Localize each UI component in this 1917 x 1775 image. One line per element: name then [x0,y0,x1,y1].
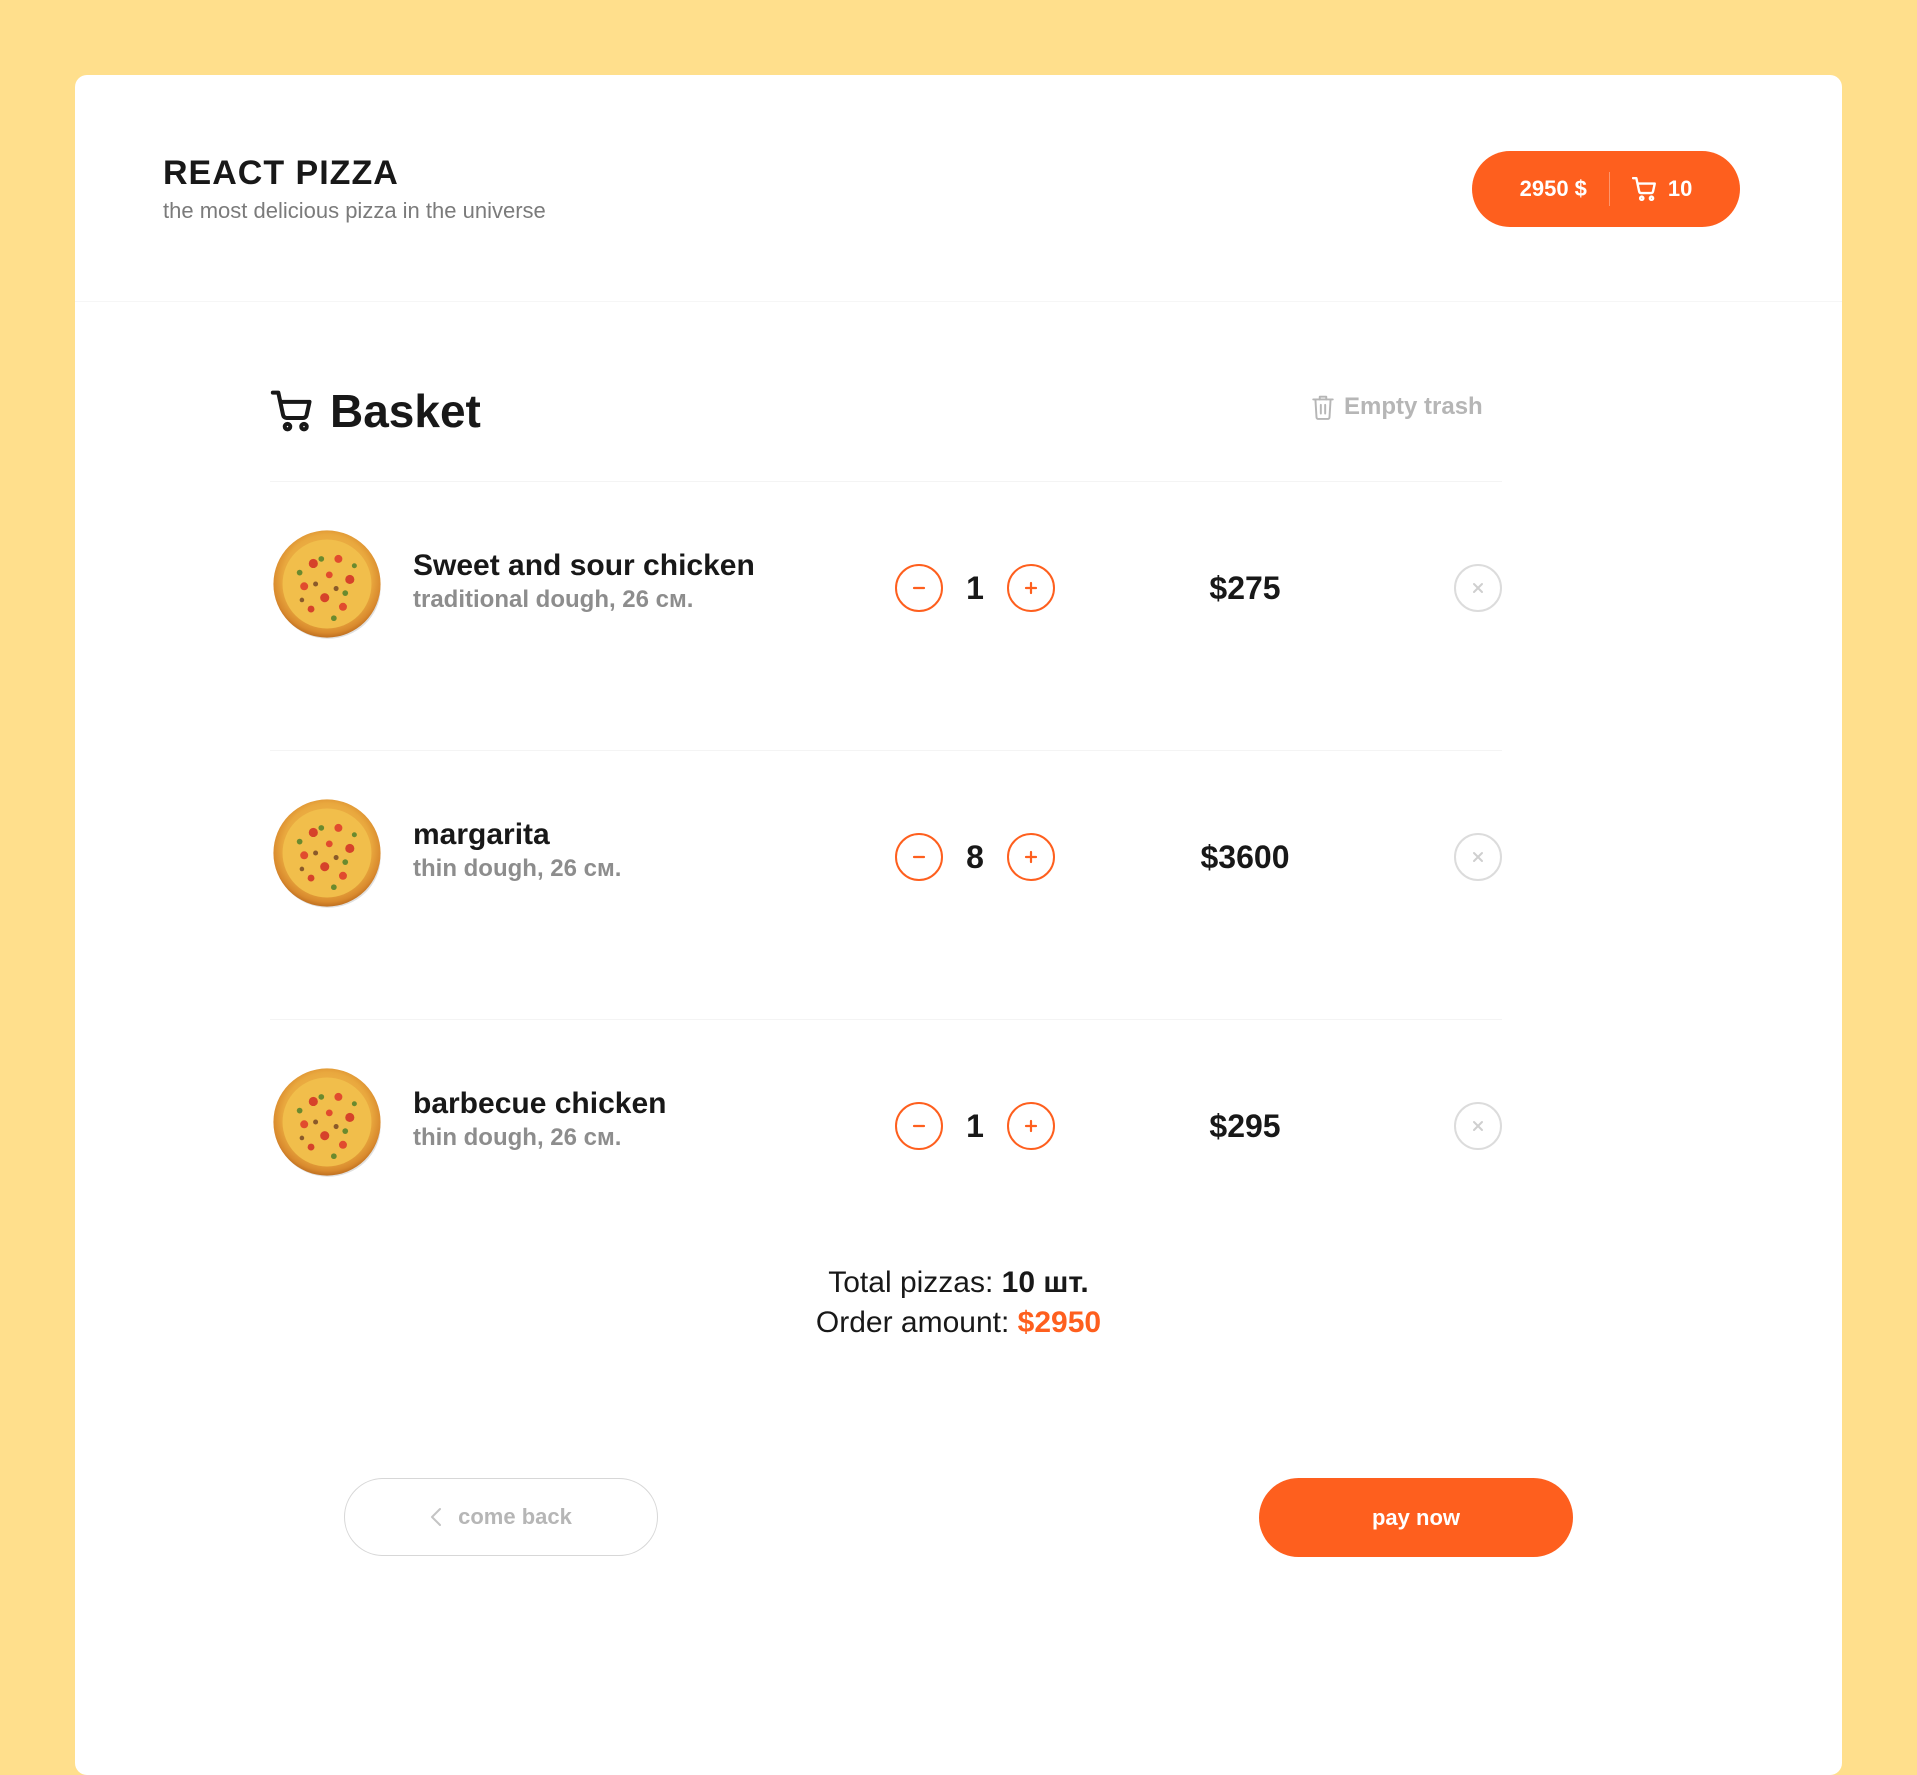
total-pizzas-label: Total pizzas: [828,1266,994,1299]
order-amount-label: Order amount: [815,1306,1010,1339]
empty-trash-label: Empty trash [1344,393,1483,420]
close-icon [1473,852,1483,862]
remove-item-button[interactable] [1454,1102,1502,1150]
cart-icon [1631,176,1656,202]
basket-item: Sweet and sour chicken traditional dough… [270,481,1502,750]
item-name: barbecue chicken [413,1087,667,1120]
basket-title: Basket [330,385,481,437]
come-back-label: come back [458,1504,572,1529]
minus-icon [912,586,926,590]
decrease-button[interactable] [895,1102,943,1150]
header-cart-price: 2950 $ [1519,176,1587,201]
order-amount: Order amount: $2950 [0,1303,1917,1343]
close-icon [1473,1121,1483,1131]
chevron-left-icon [431,1508,442,1526]
increase-button[interactable] [1006,833,1055,881]
logo-subtitle: the most delicious pizza in the universe [163,198,546,223]
increase-button[interactable] [1006,564,1055,612]
order-amount-value: $2950 [1017,1306,1102,1339]
header-cart-button[interactable]: 2950 $ 10 [1472,151,1740,227]
basket-item: margarita thin dough, 26 см. 8 $3600 [270,750,1502,1019]
come-back-button[interactable]: come back [344,1478,658,1556]
pizza-image [273,1068,381,1177]
quantity-stepper: 8 [895,833,1055,881]
plus-icon [1024,1119,1038,1133]
plus-icon [1024,581,1038,595]
remove-item-button[interactable] [1454,564,1502,612]
remove-item-button[interactable] [1454,833,1502,881]
minus-icon [912,1124,926,1128]
item-name: margarita [413,818,550,851]
basket-item: barbecue chicken thin dough, 26 см. 1 $2… [270,1019,1502,1288]
pizza-image [273,799,381,908]
trash-icon [1312,395,1334,420]
logo-title[interactable]: REACT PIZZA [163,153,399,193]
cart-icon [270,390,312,432]
item-price: $3600 [1200,839,1290,875]
item-name: Sweet and sour chicken [413,549,755,582]
pay-now-label: pay now [1371,1504,1460,1530]
plus-icon [1024,850,1038,864]
item-description: thin dough, 26 см. [413,855,622,882]
header-cart-count: 10 [1667,176,1693,201]
item-price: $295 [1209,1108,1281,1144]
quantity-stepper: 1 [895,564,1055,612]
close-icon [1473,583,1483,593]
total-pizzas: Total pizzas: 10 шт. [0,1263,1917,1303]
pay-now-button[interactable]: pay now [1259,1478,1573,1557]
minus-icon [912,855,926,859]
decrease-button[interactable] [895,833,943,881]
item-description: traditional dough, 26 см. [413,586,694,613]
basket-list: Sweet and sour chicken traditional dough… [270,481,1502,1288]
item-price: $275 [1209,570,1281,606]
quantity-value: 1 [966,1107,984,1144]
decrease-button[interactable] [895,564,943,612]
item-description: thin dough, 26 см. [413,1124,622,1151]
quantity-value: 1 [966,569,984,606]
order-totals: Total pizzas: 10 шт. Order amount: $2950 [0,1263,1917,1343]
total-pizzas-value: 10 шт. [1001,1266,1089,1299]
empty-trash-button[interactable]: Empty trash [1312,393,1483,421]
quantity-stepper: 1 [895,1102,1055,1150]
quantity-value: 8 [966,838,984,875]
pizza-image [273,530,381,639]
increase-button[interactable] [1006,1102,1055,1150]
site-header: REACT PIZZA the most delicious pizza in … [75,75,1842,302]
